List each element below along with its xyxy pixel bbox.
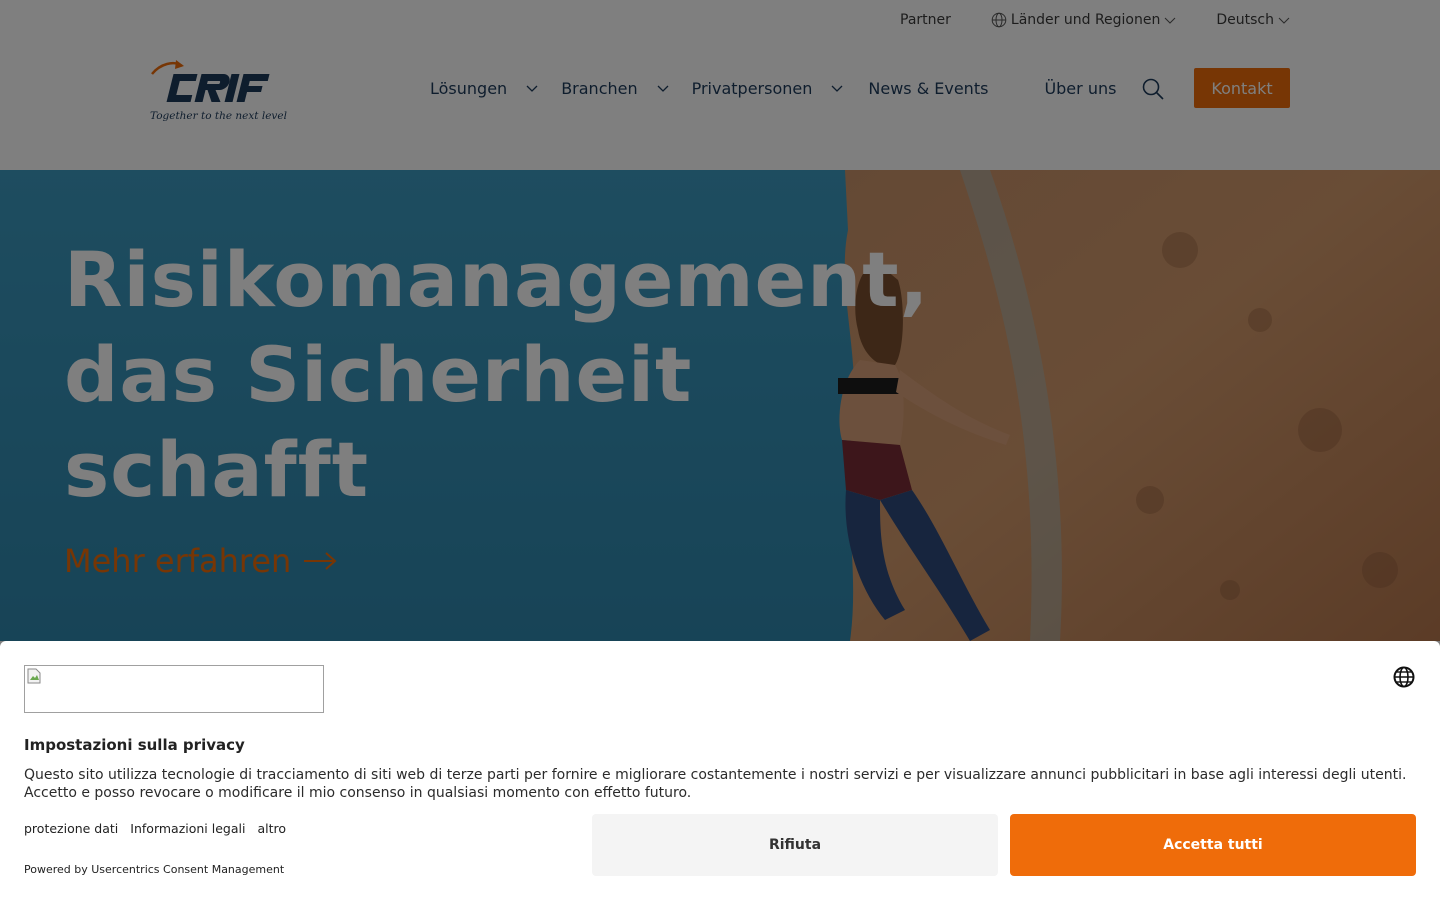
reject-button[interactable]: Rifiuta [592,814,998,876]
language-globe-icon[interactable] [1392,665,1416,689]
consent-description: Questo sito utilizza tecnologie di tracc… [24,767,1407,801]
privacy-link[interactable]: protezione dati [24,821,118,836]
accept-all-button[interactable]: Accetta tutti [1010,814,1416,876]
consent-links: protezione dati Informazioni legali altr… [24,821,286,836]
broken-image-icon [27,668,41,684]
consent-title: Impostazioni sulla privacy [24,736,245,754]
cookie-consent-banner: Impostazioni sulla privacy Questo sito u… [0,641,1440,900]
legal-info-link[interactable]: Informazioni legali [130,821,245,836]
powered-by-text[interactable]: Powered by Usercentrics Consent Manageme… [24,863,284,876]
accept-label: Accetta tutti [1163,837,1263,853]
reject-label: Rifiuta [768,837,822,853]
more-link[interactable]: altro [257,821,286,836]
consent-logo-placeholder [24,665,324,713]
